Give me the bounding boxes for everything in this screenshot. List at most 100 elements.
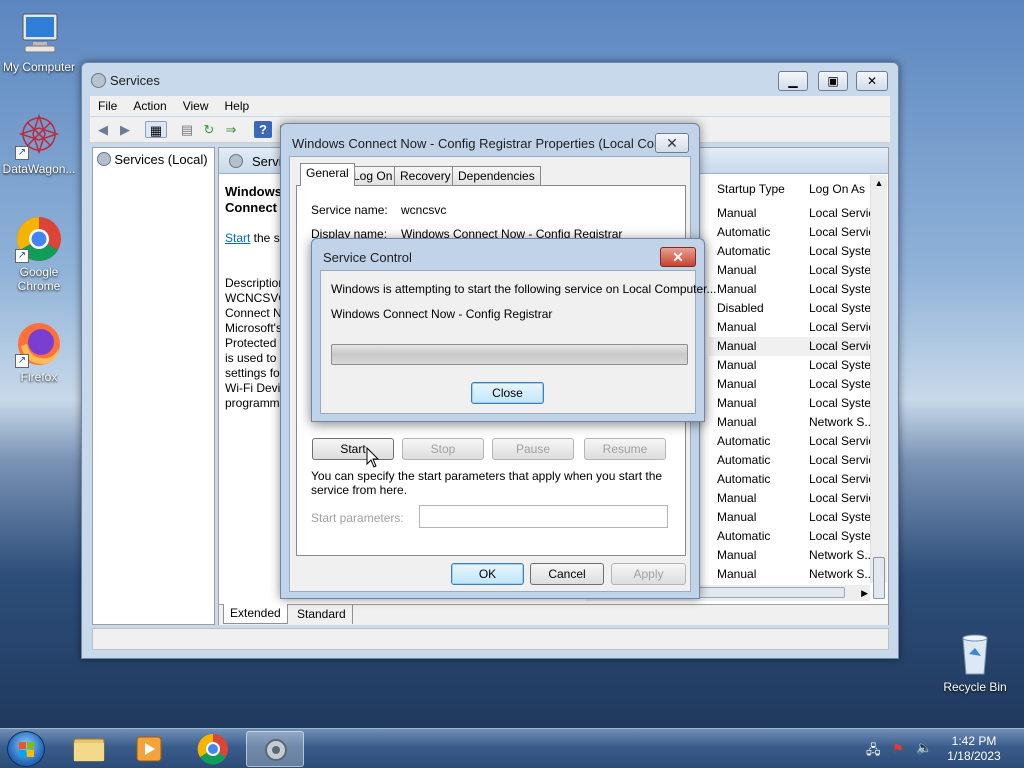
taskbar-chrome-button[interactable] (184, 731, 242, 767)
table-row[interactable]: Manual Local Syste. (709, 375, 879, 394)
taskbar-services-button[interactable] (246, 731, 304, 767)
dialog-close-button[interactable]: ✕ (655, 133, 689, 153)
services-gear-icon (229, 154, 243, 168)
table-row[interactable]: Manual Local Servic (709, 318, 879, 337)
show-hide-tree-icon[interactable]: ▦ (145, 121, 167, 138)
tab-recovery[interactable]: Recovery (394, 166, 457, 185)
close-button[interactable]: ✕ (856, 71, 888, 91)
stop-button[interactable]: Stop (402, 438, 484, 460)
start-orb-button[interactable] (7, 731, 45, 767)
apply-button[interactable]: Apply (611, 563, 686, 585)
minimize-button[interactable]: ▁ (778, 71, 808, 91)
ok-button[interactable]: OK (451, 563, 524, 585)
export-icon[interactable]: ⇒ (222, 121, 240, 138)
desktop-icon-firefox[interactable]: ↗ Firefox (0, 320, 78, 384)
forward-icon[interactable]: ▶ (116, 121, 134, 138)
help-icon[interactable]: ? (254, 121, 272, 138)
table-row[interactable]: Manual Network S... (709, 413, 879, 432)
desktop-icon-datawagon[interactable]: ↗ DataWagon... (0, 112, 78, 176)
desktop-icon-label: Recycle Bin (943, 680, 1007, 694)
action-center-tray-icon[interactable]: ⚑ (892, 741, 904, 757)
taskbar: 🖧 ⚑ 🔈 1:42 PM 1/18/2023 (0, 728, 1024, 768)
table-row[interactable]: Manual Local Syste. (709, 508, 879, 527)
table-row[interactable]: Manual Local Syste. (709, 356, 879, 375)
startup-type-cell: Automatic (717, 472, 771, 486)
startup-type-cell: Automatic (717, 225, 771, 239)
scroll-up-arrow[interactable]: ▲ (871, 175, 887, 191)
refresh-icon[interactable]: ↻ (200, 121, 218, 138)
column-header-log-on-as[interactable]: Log On As (809, 182, 865, 196)
cancel-button[interactable]: Cancel (530, 563, 604, 585)
log-on-as-cell: Local Servic (809, 491, 875, 505)
service-control-dialog: Service Control ✕ Windows is attempting … (311, 238, 717, 422)
table-row[interactable]: Manual Local Syste. (709, 280, 879, 299)
tab-dependencies[interactable]: Dependencies (452, 166, 541, 185)
tab-general[interactable]: General (300, 163, 355, 186)
clock-time: 1:42 PM (951, 734, 997, 748)
table-row[interactable]: Manual Local Syste. (709, 261, 879, 280)
table-row[interactable]: Manual Local Servic (709, 489, 879, 508)
menu-file[interactable]: File (90, 96, 125, 116)
desktop-icon-my-computer[interactable]: My Computer (0, 10, 78, 74)
properties-icon[interactable]: ▤ (178, 121, 196, 138)
network-tray-icon[interactable]: 🖧 (866, 741, 881, 763)
pause-button[interactable]: Pause (492, 438, 574, 460)
taskbar-media-player-button[interactable] (120, 731, 178, 767)
column-header-startup-type[interactable]: Startup Type (717, 182, 785, 196)
description-line: Microsoft's (225, 321, 282, 335)
maximize-button[interactable]: ▣ (818, 71, 848, 91)
menu-help[interactable]: Help (217, 96, 258, 116)
desktop-icon-google-chrome[interactable]: ↗ Google Chrome (0, 215, 78, 293)
resume-button[interactable]: Resume (584, 438, 666, 460)
start-button[interactable]: Start (312, 438, 394, 460)
tree-item-label: Services (Local) (114, 152, 208, 167)
menu-view[interactable]: View (175, 96, 217, 116)
log-on-as-cell: Network S... (809, 548, 875, 562)
table-row[interactable]: Automatic Local Syste. (709, 527, 879, 546)
startup-type-cell: Disabled (717, 301, 764, 315)
table-row[interactable]: Automatic Local Servic (709, 223, 879, 242)
service-control-close-button[interactable]: Close (471, 382, 544, 404)
log-on-as-cell: Local Servic (809, 225, 875, 239)
log-on-as-cell: Local Syste. (809, 263, 875, 277)
table-row[interactable]: Disabled Local Syste. (709, 299, 879, 318)
table-row[interactable]: Automatic Local Servic (709, 451, 879, 470)
tab-log-on[interactable]: Log On (347, 166, 399, 185)
tab-standard[interactable]: Standard (291, 605, 353, 624)
log-on-as-cell: Local Syste. (809, 510, 875, 524)
menu-action[interactable]: Action (125, 96, 174, 116)
recycle-bin-icon (951, 630, 999, 678)
log-on-as-cell: Local Syste. (809, 377, 875, 391)
volume-tray-icon[interactable]: 🔈 (916, 740, 932, 756)
log-on-as-cell: Local Servic (809, 472, 875, 486)
start-params-input[interactable] (419, 505, 668, 528)
table-row[interactable]: Manual Network S... (709, 546, 879, 565)
service-control-close-x-button[interactable]: ✕ (660, 247, 696, 267)
description-line: Wi-Fi Devi (225, 381, 281, 395)
scroll-right-arrow[interactable]: ▶ (861, 585, 868, 601)
description-line: Connect N (225, 306, 282, 320)
menu-bar: File Action View Help (90, 96, 890, 116)
status-bar (92, 628, 889, 650)
back-icon[interactable]: ◀ (94, 121, 112, 138)
table-row[interactable]: Automatic Local Servic (709, 470, 879, 489)
log-on-as-cell: Network S... (809, 415, 875, 429)
table-row[interactable]: Automatic Local Servic (709, 432, 879, 451)
table-row[interactable]: Manual Local Syste. (709, 394, 879, 413)
log-on-as-cell: Local Syste. (809, 282, 875, 296)
table-row[interactable]: Manual Local Servic (709, 337, 879, 356)
table-row[interactable]: Manual Network S... (709, 565, 879, 584)
taskbar-explorer-button[interactable] (60, 731, 118, 767)
tab-extended[interactable]: Extended (223, 604, 288, 624)
table-row[interactable]: Manual Local Servic (709, 204, 879, 223)
clock[interactable]: 1:42 PM 1/18/2023 (944, 734, 1004, 764)
table-row[interactable]: Automatic Local Syste. (709, 242, 879, 261)
vertical-scrollbar[interactable]: ▲ (870, 175, 887, 599)
desktop-icon-recycle-bin[interactable]: Recycle Bin (936, 630, 1014, 694)
scroll-thumb[interactable] (873, 557, 885, 599)
desktop-icon-label: Firefox (20, 370, 58, 384)
tree-item-services-local[interactable]: Services (Local) (97, 152, 208, 167)
description-line: Protected (225, 336, 277, 350)
service-control-message: Windows is attempting to start the follo… (331, 282, 717, 296)
start-service-link[interactable]: Start (225, 231, 250, 245)
